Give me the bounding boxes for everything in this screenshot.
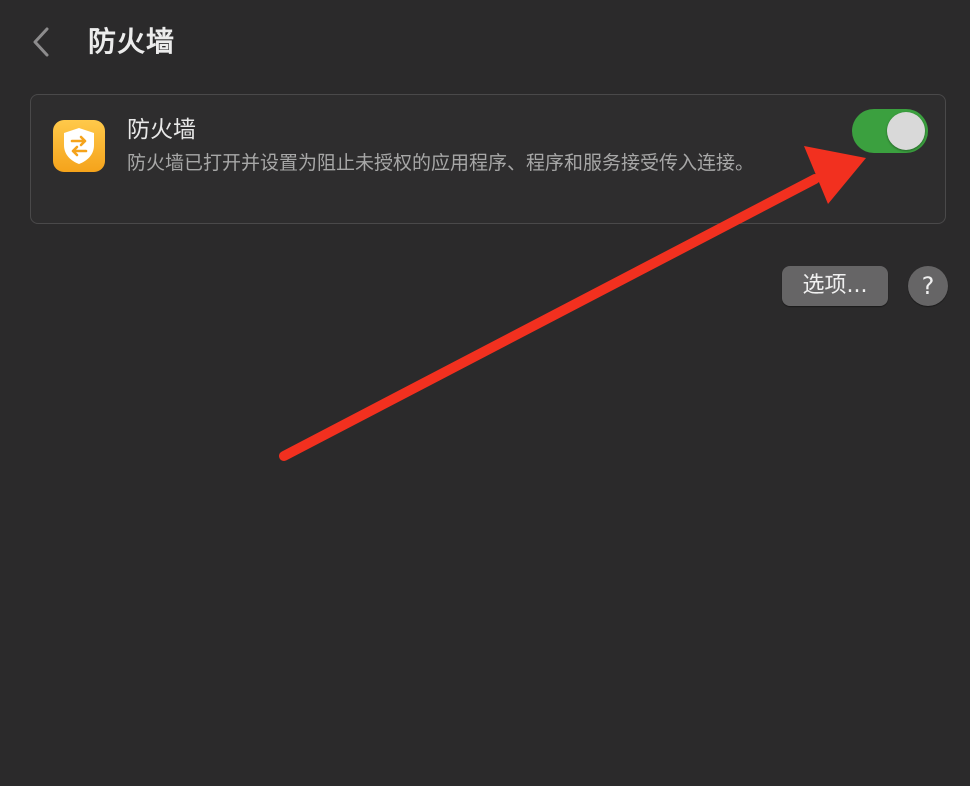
page-title: 防火墙: [88, 25, 176, 58]
firewall-title: 防火墙: [127, 117, 196, 143]
shield-arrows-icon: [53, 120, 105, 172]
chevron-left-icon: [33, 27, 49, 57]
firewall-toggle[interactable]: [852, 109, 928, 153]
back-button[interactable]: [26, 24, 58, 60]
toggle-knob: [887, 112, 925, 150]
firewall-card: 防火墙 防火墙已打开并设置为阻止未授权的应用程序、程序和服务接受传入连接。: [30, 94, 946, 224]
options-button[interactable]: 选项...: [782, 266, 888, 306]
firewall-description: 防火墙已打开并设置为阻止未授权的应用程序、程序和服务接受传入连接。: [127, 152, 755, 174]
header: 防火墙: [0, 0, 970, 86]
help-button[interactable]: ?: [908, 266, 948, 306]
